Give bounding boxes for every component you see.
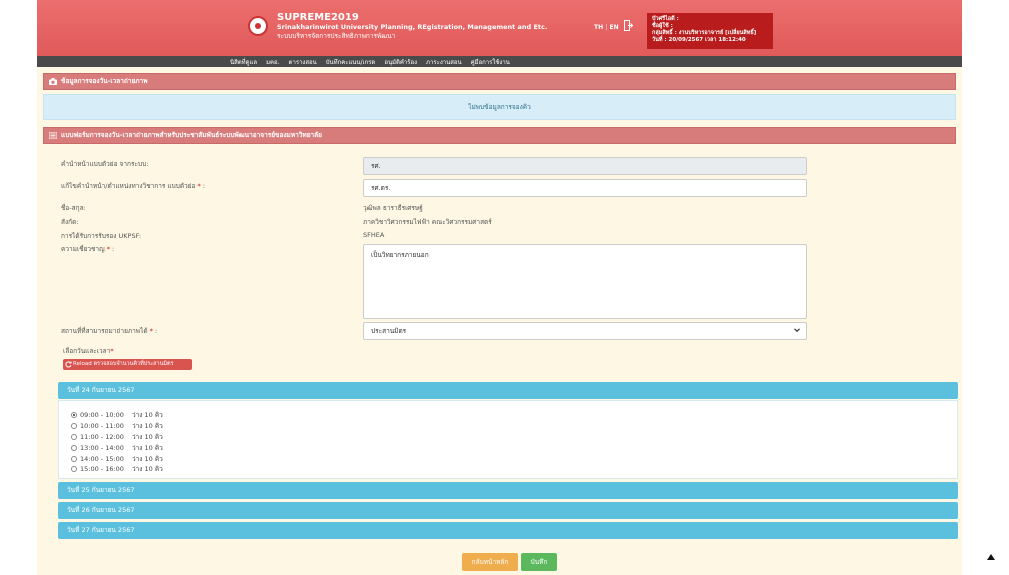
location-label-text: สถานที่ที่สามารถมาถ่ายภาพได้ <box>61 327 148 335</box>
university-seal-icon[interactable] <box>248 16 268 36</box>
list-icon <box>49 132 57 139</box>
slot-radio[interactable] <box>71 412 77 418</box>
label-colon: : <box>152 327 158 335</box>
label-colon: : <box>109 245 115 253</box>
time-slot-list: 09:00 - 10:00 ว่าง 10 คิว 10:00 - 11:00 ว่… <box>58 400 958 479</box>
day-tab-26-sep[interactable]: วันที่ 26 กันยายน 2567 <box>58 502 958 519</box>
brand-thai: ระบบบริหารจัดการประสิทธิภาพการพัฒนา <box>277 32 396 40</box>
slot-radio[interactable] <box>71 456 77 462</box>
lang-separator: | <box>605 24 608 31</box>
name-label: ชื่อ-สกุล: <box>61 204 86 212</box>
datetime-label-text: เลือกวันและเวลา <box>63 347 111 355</box>
affiliation-label: สังกัด: <box>61 218 79 226</box>
time-slot[interactable]: 10:00 - 11:00 ว่าง 10 คิว <box>71 421 163 431</box>
nav-item-students[interactable]: นิสิตที่ดูแล <box>230 57 257 67</box>
name-value: วุฒิพล ธาราธีรเศรษฐ์ <box>363 204 423 212</box>
slot-availability: ว่าง 10 คิว <box>131 422 163 430</box>
nav-item-tqf[interactable]: มคอ. <box>266 57 279 67</box>
ukpsf-value: SFHEA <box>363 231 385 239</box>
slot-availability: ว่าง 10 คิว <box>131 411 163 419</box>
form-panel-header: แบบฟอร์มการจองวัน-เวลาถ่ายภาพสำหรับประชา… <box>43 127 956 144</box>
top-nav: นิสิตที่ดูแล มคอ. ตารางสอน บันทึกคะแนน/เ… <box>37 56 962 67</box>
camera-icon <box>49 78 57 85</box>
user-role-group[interactable]: กลุ่มสิทธิ์ : งานบริหารอาจารย์ [เปลี่ยนส… <box>652 30 768 37</box>
nav-item-teaching-load[interactable]: ภาระงานสอน <box>426 57 462 67</box>
brand-title: SUPREME2019 <box>277 12 359 23</box>
location-select[interactable]: ประสานมิตร <box>363 322 807 340</box>
brand-subtitle: Srinakharinwirot University Planning, RE… <box>277 23 548 31</box>
brand[interactable]: SUPREME2019 Srinakharinwirot University … <box>277 12 547 41</box>
back-home-button[interactable]: กลับหน้าหลัก <box>462 553 518 571</box>
arrow-up-icon[interactable] <box>986 552 996 562</box>
refresh-icon <box>65 361 72 368</box>
lang-en-link[interactable]: EN <box>610 24 619 31</box>
chevron-down-icon <box>794 328 800 333</box>
day-tab-27-sep[interactable]: วันที่ 27 กันยายน 2567 <box>58 522 958 539</box>
user-buasri-id: บัวศรีไอดี : <box>652 16 679 22</box>
day-tab-25-sep[interactable]: วันที่ 25 กันยายน 2567 <box>58 482 958 499</box>
booking-panel-title: ข้อมูลการจองวัน-เวลาถ่ายภาพ <box>61 77 148 85</box>
user-info-box: บัวศรีไอดี : ชื่อผู้ใช้ : กลุ่มสิทธิ์ : … <box>647 13 773 49</box>
slot-radio[interactable] <box>71 423 77 429</box>
nav-item-timetable[interactable]: ตารางสอน <box>289 57 317 67</box>
affiliation-value: ภาควิชาวิศวกรรมไฟฟ้า คณะวิศวกรรมศาสตร์ <box>363 218 492 226</box>
slot-time: 11:00 - 12:00 <box>80 433 124 441</box>
booking-panel-header: ข้อมูลการจองวัน-เวลาถ่ายภาพ <box>43 73 956 90</box>
location-label: สถานที่ที่สามารถมาถ่ายภาพได้ * : <box>61 326 157 336</box>
prefix-edit-label: แก้ไขคำนำหน้า/ตำแหน่งทางวิชาการ แบบตัวย่… <box>61 181 205 191</box>
prefix-edit-input[interactable]: รศ.ดร. <box>363 179 807 197</box>
time-slot[interactable]: 14:00 - 15:00 ว่าง 10 คิว <box>71 454 163 464</box>
expertise-label: ความเชี่ยวชาญ * : <box>61 244 114 254</box>
slot-radio[interactable] <box>71 466 77 472</box>
language-switcher: TH | EN <box>594 24 619 31</box>
user-datetime: วันที่ : 20/09/2567 เวลา 18:12:40 <box>652 37 746 43</box>
slot-availability: ว่าง 10 คิว <box>131 465 163 473</box>
window-left-margin <box>0 0 37 575</box>
time-slot[interactable]: 09:00 - 10:00 ว่าง 10 คิว <box>71 410 163 420</box>
day-tab-24-sep[interactable]: วันที่ 24 กันยายน 2567 <box>58 382 958 399</box>
lang-th-link[interactable]: TH <box>594 24 603 31</box>
nav-item-petitions[interactable]: อนุมัติคำร้อง <box>384 57 417 67</box>
time-slot[interactable]: 13:00 - 14:00 ว่าง 10 คิว <box>71 443 163 453</box>
prefix-edit-label-text: แก้ไขคำนำหน้า/ตำแหน่งทางวิชาการ แบบตัวย่… <box>61 182 196 190</box>
time-slot[interactable]: 15:00 - 16:00 ว่าง 10 คิว <box>71 464 163 474</box>
slot-radio[interactable] <box>71 445 77 451</box>
ukpsf-label: การได้รับการรับรอง UKPSF: <box>61 232 142 240</box>
prefix-label: คำนำหน้าแบบตัวย่อ จากระบบ: <box>61 160 149 168</box>
datetime-label: เลือกวันและเวลา* <box>63 346 114 356</box>
expertise-label-text: ความเชี่ยวชาญ <box>61 245 105 253</box>
slot-availability: ว่าง 10 คิว <box>131 444 163 452</box>
slot-time: 14:00 - 15:00 <box>80 455 124 463</box>
form-panel-title: แบบฟอร์มการจองวัน-เวลาถ่ายภาพสำหรับประชา… <box>61 131 322 139</box>
slot-time: 15:00 - 16:00 <box>80 465 124 473</box>
exit-icon[interactable] <box>624 20 633 31</box>
page: SUPREME2019 Srinakharinwirot University … <box>37 0 962 575</box>
reload-queue-button[interactable]: Reload ตรวจสอบจำนวนคิวที่ประสานมิตร <box>63 359 192 370</box>
slot-availability: ว่าง 10 คิว <box>131 433 163 441</box>
save-button[interactable]: บันทึก <box>521 553 557 571</box>
label-colon: : <box>200 182 206 190</box>
reload-button-label: Reload ตรวจสอบจำนวนคิวที่ประสานมิตร <box>73 361 174 367</box>
location-selected-value: ประสานมิตร <box>371 327 407 335</box>
nav-item-manual[interactable]: คู่มือการใช้งาน <box>471 57 510 67</box>
no-booking-message: ไม่พบข้อมูลการจองคิว <box>43 94 956 120</box>
prefix-readonly-field: รศ. <box>363 157 807 175</box>
slot-time: 09:00 - 10:00 <box>80 411 124 419</box>
expertise-textarea[interactable]: เป็นวิทยากรภายนอก <box>363 244 807 319</box>
site-header: SUPREME2019 Srinakharinwirot University … <box>37 0 962 56</box>
nav-item-grades[interactable]: บันทึกคะแนน/เกรด <box>326 57 376 67</box>
required-mark: * <box>110 347 114 355</box>
user-name: ชื่อผู้ใช้ : <box>652 23 673 29</box>
window-right-margin <box>962 0 1009 575</box>
slot-radio[interactable] <box>71 434 77 440</box>
slot-time: 13:00 - 14:00 <box>80 444 124 452</box>
time-slot[interactable]: 11:00 - 12:00 ว่าง 10 คิว <box>71 432 163 442</box>
slot-time: 10:00 - 11:00 <box>80 422 124 430</box>
slot-availability: ว่าง 10 คิว <box>131 455 163 463</box>
